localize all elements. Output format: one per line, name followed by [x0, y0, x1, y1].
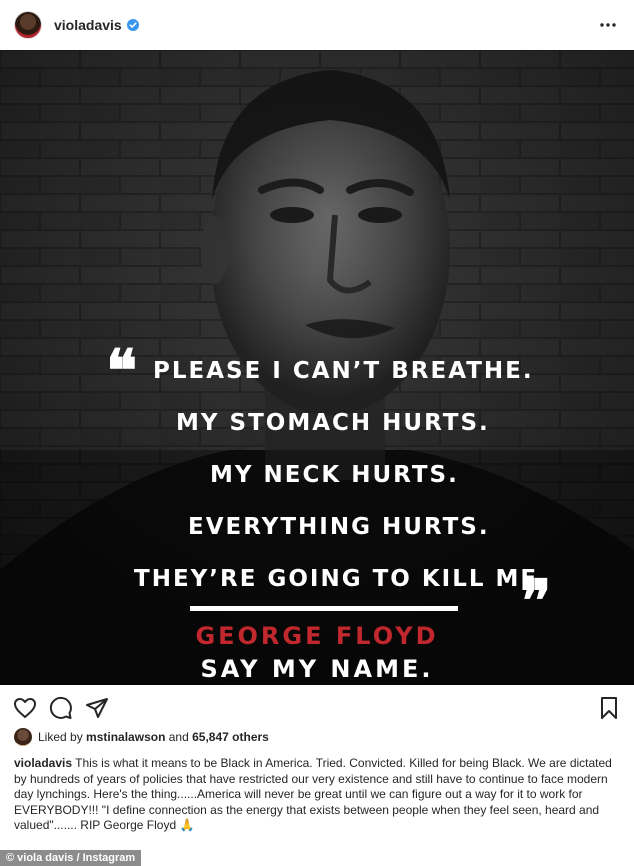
quote-line-4: EVERYTHING HURTS. [188, 514, 490, 540]
quote-overlay: ❝ PLEASE I CAN’T BREATHE. MY STOMACH HUR… [0, 50, 634, 685]
post-actions [0, 690, 634, 726]
caption-username[interactable]: violadavis [14, 756, 72, 770]
photo-credit: © viola davis / Instagram [0, 850, 142, 866]
likes-count[interactable]: 65,847 others [192, 730, 269, 744]
verified-badge-icon [126, 19, 139, 31]
open-quote-mark: ❝ [106, 337, 138, 405]
quote-line-1: PLEASE I CAN’T BREATHE. [153, 358, 534, 384]
quote-divider [190, 606, 458, 611]
likes-and: and [168, 730, 189, 744]
post-header: violadavis [0, 0, 634, 50]
comment-icon[interactable] [48, 695, 74, 721]
post-image[interactable]: ❝ PLEASE I CAN’T BREATHE. MY STOMACH HUR… [0, 50, 634, 685]
share-icon[interactable] [84, 695, 110, 721]
say-my-name-text: SAY MY NAME. [200, 655, 434, 683]
likes-summary: Liked by mstinalawson and 65,847 others [14, 726, 269, 748]
caption-text: This is what it means to be Black in Ame… [14, 756, 612, 832]
quote-line-2: MY STOMACH HURTS. [176, 410, 490, 436]
victim-name: GEORGE FLOYD [195, 622, 439, 650]
liker-username[interactable]: mstinalawson [86, 730, 165, 744]
post-username[interactable]: violadavis [54, 17, 122, 33]
bookmark-icon[interactable] [596, 695, 622, 721]
post-caption: violadavis This is what it means to be B… [14, 756, 624, 834]
likes-prefix: Liked by [38, 730, 83, 744]
heart-icon[interactable] [12, 695, 38, 721]
quote-line-3: MY NECK HURTS. [210, 462, 459, 488]
more-options-icon[interactable] [596, 13, 620, 37]
profile-avatar[interactable] [14, 11, 42, 39]
liker-avatar[interactable] [14, 728, 32, 746]
quote-line-5: THEY’RE GOING TO KILL ME. [134, 566, 549, 592]
